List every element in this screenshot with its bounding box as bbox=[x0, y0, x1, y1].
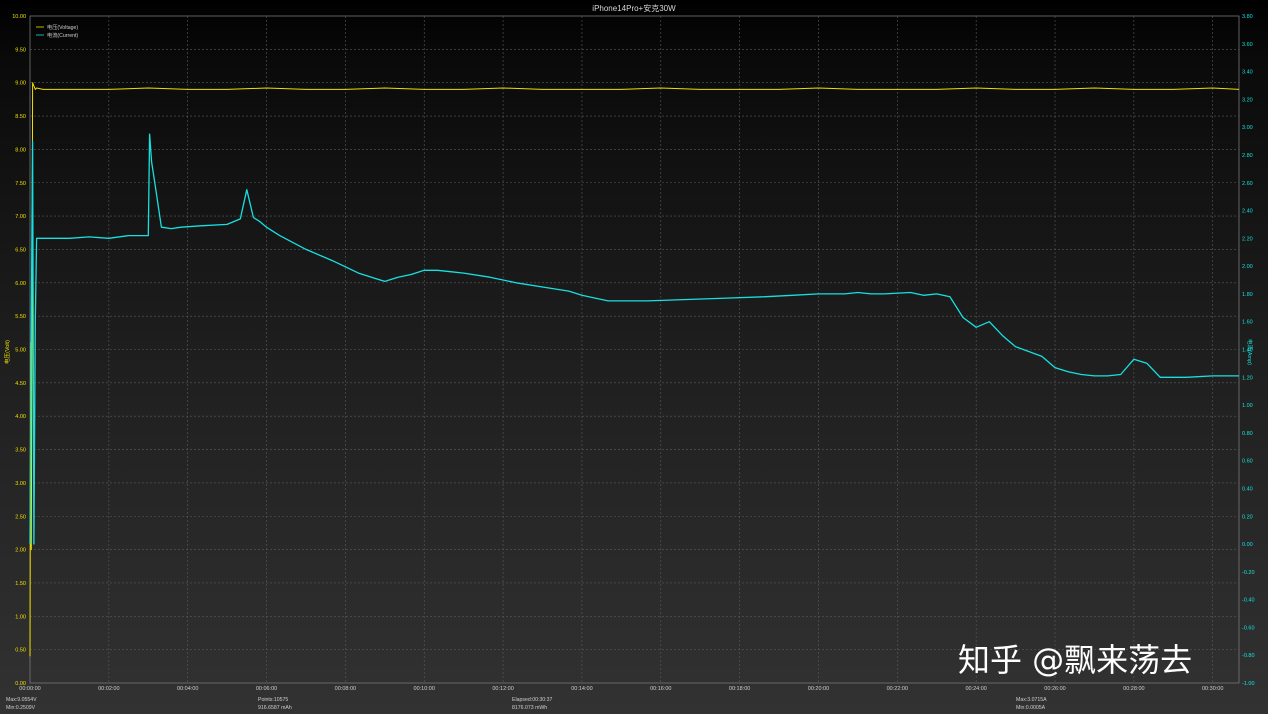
y2-tick-label: 0.00 bbox=[1242, 542, 1253, 548]
y-tick-label: 2.00 bbox=[15, 548, 26, 554]
y2-axis-label: 电流(Amp) bbox=[1246, 339, 1254, 365]
stat-min-current: Min:0.0005A bbox=[1016, 705, 1046, 711]
y2-tick-label: 0.20 bbox=[1242, 514, 1253, 520]
x-tick-label: 00:08:00 bbox=[335, 686, 356, 692]
stat-energy-mwh: 8176.073 mWh bbox=[512, 705, 547, 711]
y2-tick-label: -0.20 bbox=[1242, 570, 1255, 576]
y2-tick-label: -0.80 bbox=[1242, 653, 1255, 659]
legend-label-voltage: 电压(Voltage) bbox=[47, 23, 78, 31]
y-tick-label: 1.00 bbox=[15, 614, 26, 620]
x-tick-label: 00:10:00 bbox=[414, 686, 435, 692]
y2-tick-label: 3.60 bbox=[1242, 42, 1253, 48]
legend: 电压(Voltage) 电流(Current) bbox=[36, 23, 78, 39]
y-tick-label: 4.00 bbox=[15, 414, 26, 420]
y2-tick-label: 1.60 bbox=[1242, 320, 1253, 326]
y-tick-label: 7.00 bbox=[15, 214, 26, 220]
voltage-series-line bbox=[29, 82, 1240, 657]
y2-tick-label: -1.00 bbox=[1242, 681, 1255, 687]
y-tick-label: 3.00 bbox=[15, 481, 26, 487]
y2-tick-label: 2.20 bbox=[1242, 236, 1253, 242]
current-series-line bbox=[29, 133, 1239, 545]
y-tick-label: 8.50 bbox=[15, 114, 26, 120]
watermark: 知乎 @飘来荡去 bbox=[958, 641, 1192, 679]
charge-curve-chart: iPhone14Pro+安克30W 0.00 0.50 1.00 1.50 2.00 2.… bbox=[3, 3, 1255, 711]
y2-tick-label: 0.40 bbox=[1242, 486, 1253, 492]
y2-tick-label: 2.80 bbox=[1242, 153, 1253, 159]
y-tick-label: 1.50 bbox=[15, 581, 26, 587]
y-tick-label: 5.00 bbox=[15, 348, 26, 354]
y2-tick-label: 1.00 bbox=[1242, 403, 1253, 409]
y2-tick-label: -0.60 bbox=[1242, 625, 1255, 631]
x-tick-label: 00:18:00 bbox=[729, 686, 750, 692]
stat-energy-mah: 916.6587 mAh bbox=[258, 705, 292, 711]
y-tick-label: 10.00 bbox=[12, 14, 26, 20]
x-tick-label: 00:22:00 bbox=[887, 686, 908, 692]
y2-tick-label: 2.40 bbox=[1242, 209, 1253, 215]
x-tick-label: 00:30:00 bbox=[1202, 686, 1223, 692]
legend-label-current: 电流(Current) bbox=[47, 31, 78, 39]
y2-tick-label: 3.20 bbox=[1242, 97, 1253, 103]
y-tick-label: 9.00 bbox=[15, 81, 26, 87]
y2-tick-label: 3.80 bbox=[1242, 14, 1253, 20]
y-tick-label: 7.50 bbox=[15, 181, 26, 187]
x-tick-label: 00:04:00 bbox=[177, 686, 198, 692]
x-tick-label: 00:14:00 bbox=[571, 686, 592, 692]
stat-max-voltage: Max:9.0554V bbox=[6, 697, 37, 703]
y2-tick-label: 2.00 bbox=[1242, 264, 1253, 270]
chart-title: iPhone14Pro+安克30W bbox=[592, 3, 676, 13]
y-tick-label: 8.00 bbox=[15, 147, 26, 153]
y-tick-label: 2.50 bbox=[15, 514, 26, 520]
y-axis-label: 电压(Volt) bbox=[3, 340, 11, 364]
y2-tick-label: 1.20 bbox=[1242, 375, 1253, 381]
x-tick-label: 00:26:00 bbox=[1044, 686, 1065, 692]
x-tick-label: 00:20:00 bbox=[808, 686, 829, 692]
y2-tick-label: 0.60 bbox=[1242, 459, 1253, 465]
y-tick-label: 4.50 bbox=[15, 381, 26, 387]
y2-tick-label: 2.60 bbox=[1242, 181, 1253, 187]
y-tick-label: 6.00 bbox=[15, 281, 26, 287]
x-tick-label: 00:12:00 bbox=[492, 686, 513, 692]
y-tick-label: 5.50 bbox=[15, 314, 26, 320]
stats-bar: Max:9.0554V Min:0.2509V Points:10575 916… bbox=[6, 697, 1047, 711]
chart-window: iPhone14Pro+安克30W 0.00 0.50 1.00 1.50 2.00 2.… bbox=[0, 0, 1268, 714]
stat-elapsed: Elapsed:00:30:37 bbox=[512, 697, 552, 703]
y-tick-label: 3.50 bbox=[15, 448, 26, 454]
y-tick-label: 0.50 bbox=[15, 648, 26, 654]
stat-max-current: Max:3.0715A bbox=[1016, 697, 1047, 703]
y-tick-label: 9.50 bbox=[15, 47, 26, 53]
x-tick-label: 00:02:00 bbox=[98, 686, 119, 692]
y2-tick-label: 3.40 bbox=[1242, 70, 1253, 76]
y2-tick-label: 1.80 bbox=[1242, 292, 1253, 298]
x-tick-label: 00:24:00 bbox=[965, 686, 986, 692]
y-tick-label: 6.50 bbox=[15, 247, 26, 253]
x-tick-label: 00:06:00 bbox=[256, 686, 277, 692]
stat-points: Points:10575 bbox=[258, 697, 288, 703]
x-tick-label: 00:28:00 bbox=[1123, 686, 1144, 692]
y2-tick-label: 0.80 bbox=[1242, 431, 1253, 437]
x-tick-label: 00:16:00 bbox=[650, 686, 671, 692]
y2-tick-label: 3.00 bbox=[1242, 125, 1253, 131]
x-tick-label: 00:00:00 bbox=[19, 686, 40, 692]
stat-min-voltage: Min:0.2509V bbox=[6, 705, 36, 711]
y2-tick-label: -0.40 bbox=[1242, 598, 1255, 604]
